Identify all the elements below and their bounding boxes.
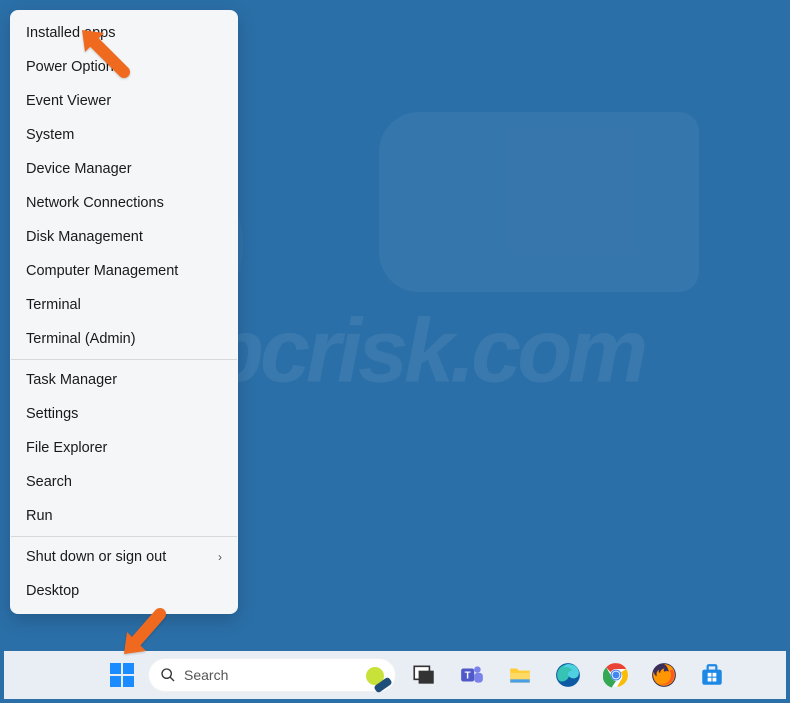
menu-item-label: Network Connections xyxy=(26,195,164,211)
taskbar-search-input[interactable]: Search xyxy=(148,658,396,692)
menu-item-label: Desktop xyxy=(26,583,79,599)
edge-icon xyxy=(555,662,581,688)
windows-logo-icon xyxy=(110,663,134,687)
taskbar: Search T xyxy=(4,651,786,699)
menu-item-label: Settings xyxy=(26,406,78,422)
search-placeholder: Search xyxy=(184,667,384,683)
teams-icon: T xyxy=(459,662,485,688)
winx-context-menu: Installed apps Power Options Event Viewe… xyxy=(10,10,238,614)
menu-item-label: Event Viewer xyxy=(26,93,111,109)
menu-item-disk-management[interactable]: Disk Management xyxy=(10,220,238,254)
taskbar-microsoft-store[interactable] xyxy=(692,655,732,695)
menu-item-task-manager[interactable]: Task Manager xyxy=(10,363,238,397)
menu-item-label: File Explorer xyxy=(26,440,107,456)
taskbar-firefox[interactable] xyxy=(644,655,684,695)
start-button[interactable] xyxy=(104,657,140,693)
svg-text:T: T xyxy=(465,670,471,681)
menu-item-run[interactable]: Run xyxy=(10,499,238,533)
task-view-icon xyxy=(411,662,437,688)
firefox-icon xyxy=(651,662,677,688)
menu-item-event-viewer[interactable]: Event Viewer xyxy=(10,84,238,118)
menu-separator xyxy=(11,536,237,537)
menu-item-network-connections[interactable]: Network Connections xyxy=(10,186,238,220)
menu-item-terminal-admin[interactable]: Terminal (Admin) xyxy=(10,322,238,356)
menu-item-power-options[interactable]: Power Options xyxy=(10,50,238,84)
watermark-text: pcrisk.com xyxy=(209,300,644,403)
menu-item-desktop[interactable]: Desktop xyxy=(10,574,238,608)
folder-icon xyxy=(507,662,533,688)
menu-item-search[interactable]: Search xyxy=(10,465,238,499)
menu-item-device-manager[interactable]: Device Manager xyxy=(10,152,238,186)
search-highlight-icon xyxy=(364,661,392,689)
menu-item-label: Disk Management xyxy=(26,229,143,245)
watermark-shape xyxy=(379,112,699,292)
menu-item-label: Run xyxy=(26,508,53,524)
taskbar-file-explorer[interactable] xyxy=(500,655,540,695)
menu-item-file-explorer[interactable]: File Explorer xyxy=(10,431,238,465)
chrome-icon xyxy=(603,662,629,688)
menu-item-settings[interactable]: Settings xyxy=(10,397,238,431)
menu-item-label: Shut down or sign out xyxy=(26,549,166,565)
menu-separator xyxy=(11,359,237,360)
taskbar-task-view[interactable] xyxy=(404,655,444,695)
menu-item-terminal[interactable]: Terminal xyxy=(10,288,238,322)
menu-item-label: Power Options xyxy=(26,59,121,75)
taskbar-edge[interactable] xyxy=(548,655,588,695)
menu-item-system[interactable]: System xyxy=(10,118,238,152)
menu-item-label: Device Manager xyxy=(26,161,132,177)
menu-item-label: System xyxy=(26,127,74,143)
store-icon xyxy=(699,662,725,688)
menu-item-installed-apps[interactable]: Installed apps xyxy=(10,16,238,50)
menu-item-computer-management[interactable]: Computer Management xyxy=(10,254,238,288)
taskbar-teams[interactable]: T xyxy=(452,655,492,695)
taskbar-chrome[interactable] xyxy=(596,655,636,695)
menu-item-label: Terminal (Admin) xyxy=(26,331,136,347)
menu-item-label: Computer Management xyxy=(26,263,178,279)
menu-item-label: Search xyxy=(26,474,72,490)
desktop-background: pcrisk.com Installed apps Power Options … xyxy=(0,0,790,703)
menu-item-shutdown-signout[interactable]: Shut down or sign out › xyxy=(10,540,238,574)
menu-item-label: Installed apps xyxy=(26,25,115,41)
search-icon xyxy=(160,667,176,683)
menu-item-label: Task Manager xyxy=(26,372,117,388)
menu-item-label: Terminal xyxy=(26,297,81,313)
chevron-right-icon: › xyxy=(218,550,222,564)
